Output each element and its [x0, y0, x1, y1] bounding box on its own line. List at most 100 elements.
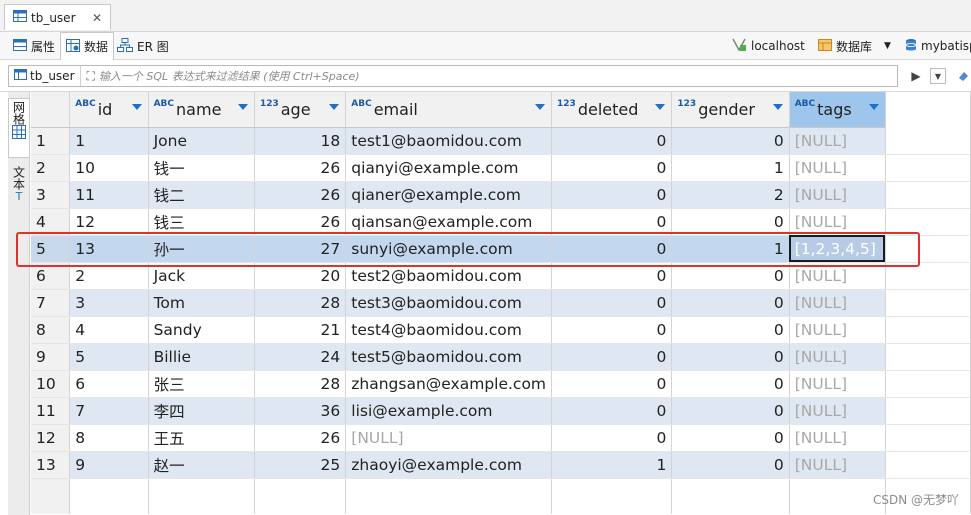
cell-tags[interactable]: [NULL] — [789, 397, 886, 425]
row-number[interactable]: 3 — [31, 181, 71, 209]
cell-id[interactable]: 4 — [69, 316, 149, 344]
sort-arrow-icon[interactable] — [772, 104, 783, 110]
cell-name[interactable]: 赵一 — [148, 451, 255, 479]
cell-email[interactable]: qiansan@example.com — [345, 208, 553, 236]
cell-email[interactable]: zhangsan@example.com — [345, 370, 553, 398]
table-row[interactable]: 2 10 钱一 26 qianyi@example.com 0 1 [NULL] — [31, 154, 971, 182]
cell-email[interactable]: qianer@example.com — [345, 181, 553, 209]
filter-input[interactable] — [98, 67, 897, 85]
cell-tags[interactable]: [NULL] — [789, 181, 886, 209]
cell-age[interactable]: 21 — [254, 316, 347, 344]
cell-age[interactable]: 24 — [254, 343, 347, 371]
cell-email[interactable]: test2@baomidou.com — [345, 262, 553, 290]
cell-age[interactable]: 28 — [254, 289, 347, 317]
row-number[interactable]: 7 — [31, 289, 71, 317]
connection-host[interactable]: localhost — [731, 32, 805, 60]
table-row[interactable]: 10 6 张三 28 zhangsan@example.com 0 0 [NULL] — [31, 370, 971, 398]
row-number[interactable]: 8 — [31, 316, 71, 344]
cell-age[interactable]: 26 — [254, 154, 347, 182]
cell-name[interactable]: 李四 — [148, 397, 255, 425]
cell-email[interactable]: test1@baomidou.com — [345, 127, 553, 155]
cell-deleted[interactable]: 0 — [551, 235, 673, 263]
table-row[interactable]: 13 9 赵一 25 zhaoyi@example.com 1 0 [NULL] — [31, 451, 971, 479]
sort-arrow-icon[interactable] — [329, 104, 340, 110]
tab-text-view[interactable]: 文本 T — [8, 164, 30, 214]
column-header-age[interactable]: 123 age — [254, 92, 347, 128]
cell-tags[interactable]: [NULL] — [789, 451, 886, 479]
row-number[interactable]: 1 — [31, 127, 71, 155]
cell-email[interactable]: qianyi@example.com — [345, 154, 553, 182]
column-header-id[interactable]: ABC id — [69, 92, 149, 128]
cell-deleted[interactable]: 0 — [551, 289, 673, 317]
cell-deleted[interactable]: 1 — [551, 451, 673, 479]
cell-email[interactable]: test3@baomidou.com — [345, 289, 553, 317]
row-number[interactable]: 4 — [31, 208, 71, 236]
cell-gender[interactable]: 0 — [671, 289, 790, 317]
cell-age[interactable]: 26 — [254, 424, 347, 452]
table-row[interactable]: 6 2 Jack 20 test2@baomidou.com 0 0 [NULL] — [31, 262, 971, 290]
sort-arrow-icon[interactable] — [655, 104, 666, 110]
cell-id[interactable]: 8 — [69, 424, 149, 452]
cell-email[interactable]: lisi@example.com — [345, 397, 553, 425]
cell-deleted[interactable]: 0 — [551, 262, 673, 290]
column-header-gender[interactable]: 123 gender — [671, 92, 790, 128]
table-row[interactable]: 4 12 钱三 26 qiansan@example.com 0 0 [NULL] — [31, 208, 971, 236]
sort-arrow-icon[interactable] — [237, 104, 248, 110]
cell-gender[interactable]: 0 — [671, 451, 790, 479]
cell-gender[interactable]: 0 — [671, 127, 790, 155]
cell-id[interactable]: 10 — [69, 154, 149, 182]
cell-deleted[interactable]: 0 — [551, 424, 673, 452]
table-row[interactable]: 11 7 李四 36 lisi@example.com 0 0 [NULL] — [31, 397, 971, 425]
schema-selector[interactable]: mybatisp — [905, 32, 971, 60]
table-row[interactable]: 5 13 孙一 27 sunyi@example.com 0 1 [1,2,3,4,5] — [31, 235, 971, 263]
table-row[interactable]: 9 5 Billie 24 test5@baomidou.com 0 0 [NULL] — [31, 343, 971, 371]
cell-age[interactable]: 20 — [254, 262, 347, 290]
tab-data[interactable]: 数据 — [60, 32, 115, 60]
table-row[interactable]: 7 3 Tom 28 test3@baomidou.com 0 0 [NULL] — [31, 289, 971, 317]
cell-deleted[interactable]: 0 — [551, 181, 673, 209]
cell-gender[interactable]: 0 — [671, 370, 790, 398]
cell-id[interactable]: 13 — [69, 235, 149, 263]
cell-name[interactable]: Jack — [148, 262, 255, 290]
expand-icon[interactable]: ⛶ — [87, 69, 95, 84]
cell-tags[interactable]: [NULL] — [789, 154, 886, 182]
filter-history-icon[interactable]: ▼ — [930, 68, 946, 84]
cell-name[interactable]: Tom — [148, 289, 255, 317]
cell-email[interactable]: [NULL] — [345, 424, 553, 452]
column-header-name[interactable]: ABC name — [148, 92, 255, 128]
database-selector[interactable]: 数据库 ▼ — [818, 32, 891, 60]
tab-er-diagram[interactable]: ER 图 — [112, 32, 174, 60]
row-number[interactable]: 10 — [31, 370, 71, 398]
cell-tags[interactable]: [NULL] — [789, 343, 886, 371]
cell-age[interactable]: 36 — [254, 397, 347, 425]
sort-arrow-icon[interactable] — [535, 104, 546, 110]
row-number[interactable]: 9 — [31, 343, 71, 371]
cell-id[interactable]: 6 — [69, 370, 149, 398]
tab-tb-user[interactable]: tb_user ✕ — [4, 4, 111, 30]
cell-tags[interactable]: [NULL] — [789, 127, 886, 155]
cell-tags[interactable]: [NULL] — [789, 424, 886, 452]
cell-deleted[interactable]: 0 — [551, 397, 673, 425]
column-header-deleted[interactable]: 123 deleted — [551, 92, 673, 128]
cell-tags[interactable]: [1,2,3,4,5] — [789, 235, 886, 263]
cell-tags[interactable]: [NULL] — [789, 370, 886, 398]
cell-name[interactable]: 钱二 — [148, 181, 255, 209]
cell-gender[interactable]: 0 — [671, 208, 790, 236]
cell-deleted[interactable]: 0 — [551, 343, 673, 371]
cell-id[interactable]: 12 — [69, 208, 149, 236]
cell-email[interactable]: test5@baomidou.com — [345, 343, 553, 371]
cell-age[interactable]: 27 — [254, 235, 347, 263]
cell-name[interactable]: Jone — [148, 127, 255, 155]
sort-arrow-icon[interactable] — [868, 104, 879, 110]
cell-name[interactable]: 张三 — [148, 370, 255, 398]
cell-gender[interactable]: 0 — [671, 397, 790, 425]
close-icon[interactable]: ✕ — [92, 11, 102, 25]
cell-email[interactable]: test4@baomidou.com — [345, 316, 553, 344]
row-number[interactable]: 6 — [31, 262, 71, 290]
row-number[interactable]: 12 — [31, 424, 71, 452]
cell-deleted[interactable]: 0 — [551, 208, 673, 236]
cell-tags[interactable]: [NULL] — [789, 316, 886, 344]
cell-id[interactable]: 1 — [69, 127, 149, 155]
cell-name[interactable]: 孙一 — [148, 235, 255, 263]
eraser-icon[interactable] — [955, 67, 971, 85]
